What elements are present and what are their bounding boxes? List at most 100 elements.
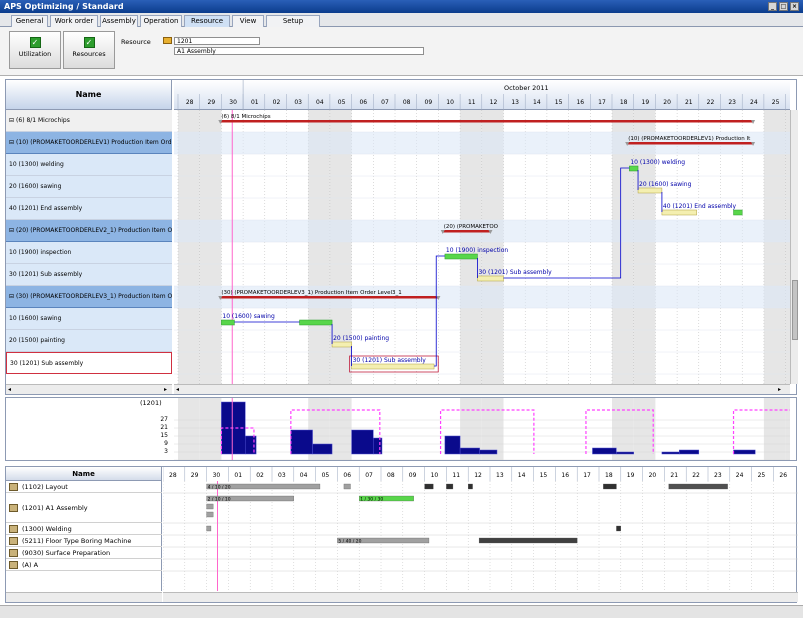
lev2-label: (20) (PROMAKETOO (444, 224, 499, 230)
day-label: 04 (300, 472, 308, 479)
day-label: 01 (251, 99, 259, 106)
resource-list-scrollbar[interactable] (6, 592, 162, 602)
name-column-header[interactable]: Name (6, 80, 172, 110)
histogram-bar (290, 429, 313, 455)
gantt-row[interactable]: 30 (1201) Sub assembly (6, 352, 172, 374)
histogram-svg (174, 398, 790, 460)
load-bar (206, 525, 212, 532)
gantt-row[interactable]: 10 (1300) welding (6, 154, 172, 176)
day-label: 11 (468, 99, 476, 106)
tab-assembly[interactable]: Assembly (100, 15, 138, 27)
scroll-right-icon[interactable]: ▸ (778, 386, 781, 393)
day-label: 29 (191, 472, 199, 479)
gantt-row[interactable]: 20 (1500) painting (6, 330, 172, 352)
tab-view[interactable]: View (232, 15, 264, 27)
resource-row-label: (9030) Surface Preparation (22, 549, 111, 557)
gantt-row[interactable]: ⊟ (6) 8/1 Microchips (6, 110, 172, 132)
tab-work-order[interactable]: Work order (50, 15, 98, 27)
resource-row[interactable]: (1201) A1 Assembly (6, 493, 162, 523)
resource-name-field[interactable]: A1 Assembly (174, 47, 424, 55)
gantt-row[interactable]: ⊟ (10) (PROMAKETOORDERLEV1) Production It… (6, 132, 172, 154)
resource-row-label: (5211) Floor Type Boring Machine (22, 537, 132, 545)
sawing3-label: 10 (1600) sawing (222, 313, 275, 320)
collapse-icon[interactable]: ⊟ (9, 227, 14, 234)
day-label: 05 (322, 472, 330, 479)
collapse-icon[interactable]: ⊟ (9, 117, 14, 124)
utilization-button[interactable]: ✓ Utilization (9, 31, 61, 69)
gantt-row[interactable]: 30 (1201) Sub assembly (6, 264, 172, 286)
maximize-icon[interactable]: □ (779, 2, 788, 11)
day-label: 25 (772, 99, 780, 106)
day-label: 15 (555, 99, 563, 106)
resource-load-chart[interactable]: 4 / 10 / 20 2 / 10 / 10 1 / 30 / 30 5 / 40 … (163, 481, 798, 591)
sawing1-label: 20 (1600) sawing (639, 181, 692, 188)
gantt-vertical-scrollbar[interactable] (790, 110, 798, 384)
collapse-icon[interactable]: ⊟ (9, 139, 14, 146)
tab-general[interactable]: General (11, 15, 48, 27)
resource-row[interactable]: (1102) Layout (6, 481, 162, 493)
gantt-row[interactable]: 40 (1201) End assembly (6, 198, 172, 220)
close-icon[interactable]: × (790, 2, 799, 11)
load-bar (206, 503, 214, 510)
minimize-icon[interactable]: _ (768, 2, 777, 11)
utilization-histogram: (1201) 27 21 15 9 3 (5, 397, 797, 461)
resource-icon (9, 525, 18, 533)
gantt-row-label: 40 (1201) End assembly (9, 205, 83, 212)
histogram-tick-label: 27 (160, 416, 168, 423)
gantt-row[interactable]: ⊟ (20) (PROMAKETOORDERLEV2_1) Production … (6, 220, 172, 242)
histogram-bar (351, 429, 374, 455)
folder-arrow-icon[interactable] (163, 37, 172, 44)
endassy-label: 40 (1201) End assembly (663, 203, 737, 210)
resources-label: Resources (72, 50, 106, 58)
gantt-row-list: ⊟ (6) 8/1 Microchips ⊟ (10) (PROMAKETOORDER… (6, 110, 172, 384)
resource-row[interactable]: (5211) Floor Type Boring Machine (6, 535, 162, 547)
row-list-scrollbar[interactable]: ◂ ▸ (6, 384, 172, 394)
tab-setup[interactable]: Setup (266, 15, 320, 27)
gantt-row-label: 10 (1900) inspection (9, 249, 72, 256)
scroll-left-icon[interactable]: ◂ (8, 386, 11, 393)
resource-row[interactable]: (9030) Surface Preparation (6, 547, 162, 559)
resource-name-header[interactable]: Name (6, 467, 162, 481)
lev1-label: (10) (PROMAKETOORDERLEV1) Production It (628, 136, 751, 142)
tab-operation[interactable]: Operation (140, 15, 182, 27)
day-label: 07 (365, 472, 373, 479)
resource-icon (9, 504, 18, 512)
resource-row[interactable]: (1300) Welding (6, 523, 162, 535)
histogram-bar (444, 435, 461, 455)
subassy2-label: 30 (1201) Sub assembly (478, 269, 552, 276)
resource-field-label: Resource (121, 38, 151, 46)
resources-button[interactable]: ✓ Resources (63, 31, 115, 69)
day-label: 17 (598, 99, 606, 106)
gantt-row[interactable]: 20 (1600) sawing (6, 176, 172, 198)
window-title: APS Optimizing / Standard (4, 2, 124, 11)
day-label: 21 (670, 472, 678, 479)
scroll-left-icon[interactable]: ◂ (176, 386, 179, 393)
resource-icon (9, 483, 18, 491)
day-label: 09 (425, 99, 433, 106)
day-label: 04 (316, 99, 324, 106)
gantt-row[interactable]: 10 (1600) sawing (6, 308, 172, 330)
day-label: 16 (561, 472, 569, 479)
day-label: 24 (736, 472, 744, 479)
scroll-thumb[interactable] (792, 280, 798, 340)
resource-row-label: (A) A (22, 561, 39, 569)
resource-row[interactable]: (A) A (6, 559, 162, 571)
gantt-horizontal-scrollbar[interactable]: ◂ ▸ (174, 384, 790, 394)
lev3-bar (220, 296, 439, 299)
load-bar (468, 483, 473, 490)
check-icon: ✓ (29, 37, 41, 48)
collapse-icon[interactable]: ⊟ (9, 293, 14, 300)
check-icon: ✓ (83, 37, 95, 48)
scroll-right-icon[interactable]: ▸ (164, 386, 167, 393)
gantt-row[interactable]: ⊟ (30) (PROMAKETOORDERLEV3_1) Production … (6, 286, 172, 308)
welding-label: 10 (1300) welding (630, 159, 685, 166)
day-label: 02 (273, 99, 281, 106)
histogram-bar (616, 451, 634, 455)
gantt-chart-area[interactable]: (6) 8/1 Microchips (10) (PROMAKETOORDERLE… (174, 110, 790, 384)
day-label: 18 (605, 472, 613, 479)
gantt-row[interactable]: 10 (1900) inspection (6, 242, 172, 264)
tab-resource[interactable]: Resource (184, 15, 230, 27)
resource-chart-scrollbar[interactable] (163, 592, 798, 602)
endassy-bar (661, 209, 697, 216)
resource-code-field[interactable]: 1201 (174, 37, 260, 45)
